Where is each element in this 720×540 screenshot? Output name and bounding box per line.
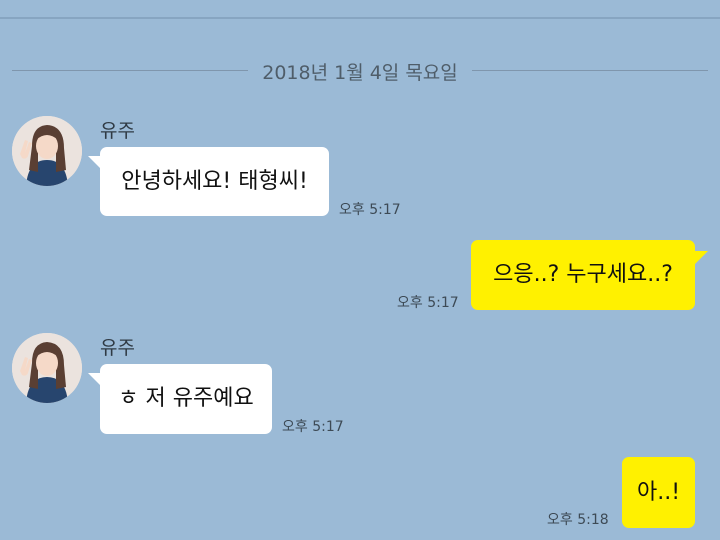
date-separator-label: 2018년 1월 4일 목요일 (262, 62, 458, 84)
profile-photo-icon (12, 333, 82, 403)
date-separator: 2018년 1월 4일 목요일 (0, 56, 720, 86)
message-text: 아..! (636, 479, 681, 505)
message-text: ㅎ 저 유주예요 (118, 386, 254, 411)
profile-photo-icon (12, 116, 82, 186)
message-text: 안녕하세요! 태형씨! (121, 168, 308, 194)
sender-avatar[interactable] (12, 116, 82, 186)
message-time: 오후 5:17 (397, 295, 459, 311)
sender-name: 유주 (100, 337, 135, 359)
message-bubble[interactable]: ㅎ 저 유주예요 (100, 364, 272, 434)
message-bubble[interactable]: 아..! (622, 457, 695, 528)
date-separator-line-right (472, 70, 708, 71)
bubble-tail (694, 251, 708, 265)
date-separator-line-left (12, 70, 248, 71)
message-text: 으응..? 누구세요..? (493, 262, 673, 287)
top-divider (0, 17, 720, 19)
message-bubble[interactable]: 으응..? 누구세요..? (471, 240, 695, 310)
message-time: 오후 5:17 (282, 419, 344, 435)
sender-avatar[interactable] (12, 333, 82, 403)
message-bubble[interactable]: 안녕하세요! 태형씨! (100, 147, 329, 216)
message-time: 오후 5:17 (339, 202, 401, 218)
message-time: 오후 5:18 (547, 512, 609, 528)
sender-name: 유주 (100, 120, 135, 142)
